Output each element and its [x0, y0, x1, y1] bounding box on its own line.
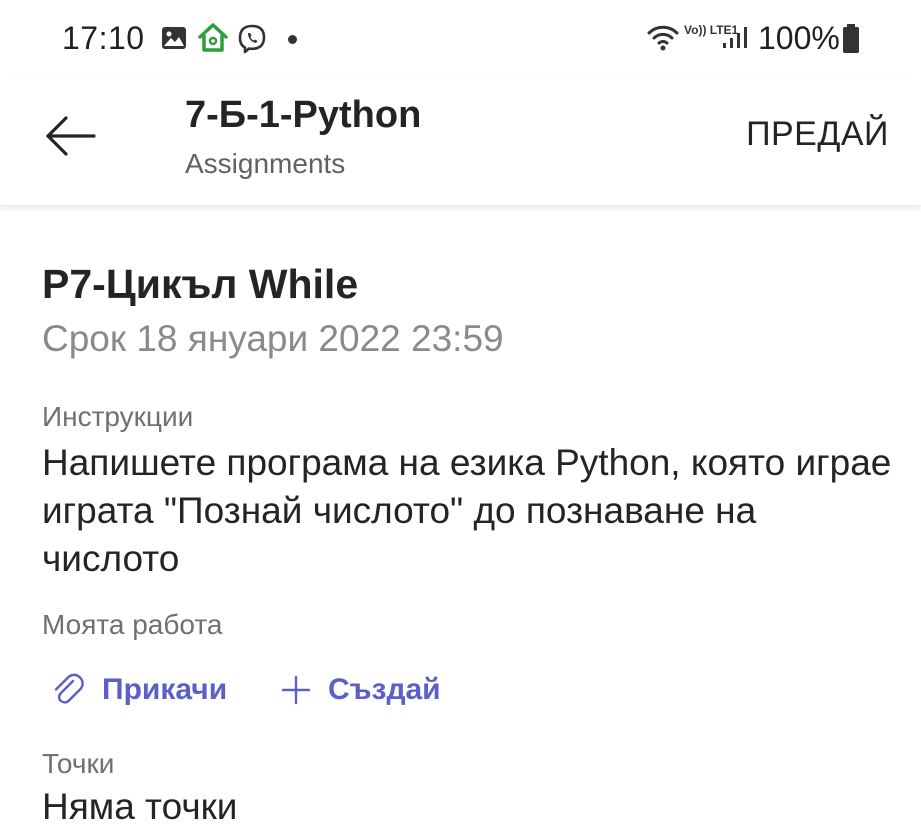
- instructions-text: Напишете програма на езика Python, която…: [42, 442, 892, 579]
- page-title: 7-Б-1-Python: [185, 94, 422, 136]
- arrow-left-icon: [46, 116, 96, 156]
- battery-percent: 100%: [758, 20, 840, 56]
- paperclip-icon: [54, 673, 84, 704]
- attach-button[interactable]: Прикачи: [50, 668, 227, 712]
- points-value: Няма точки: [42, 786, 238, 827]
- viber-icon: [238, 24, 266, 54]
- assignment-title: P7-Цикъл While: [42, 261, 359, 307]
- back-button[interactable]: [40, 108, 100, 164]
- points-label: Точки: [42, 748, 115, 779]
- home-icon: [198, 23, 228, 52]
- plus-icon: [281, 675, 311, 705]
- wifi-icon: [647, 25, 679, 51]
- notification-dot-icon: [288, 35, 297, 44]
- attach-label: Прикачи: [102, 673, 228, 706]
- status-bar: 17:10 Vo)) LTE1 100%: [0, 0, 921, 80]
- instructions-label: Инструкции: [42, 401, 194, 432]
- battery-icon: [843, 24, 859, 53]
- create-label: Създай: [328, 673, 441, 706]
- gallery-icon: [162, 27, 186, 49]
- turn-in-button[interactable]: ПРЕДАЙ: [746, 115, 889, 154]
- my-work-label: Моята работа: [42, 609, 223, 640]
- app-header: 7-Б-1-Python Assignments ПРЕДАЙ: [0, 80, 921, 206]
- status-time: 17:10: [62, 20, 145, 56]
- signal-icon: [723, 27, 747, 48]
- page-subtitle: Assignments: [185, 148, 346, 179]
- create-button[interactable]: Създай: [280, 668, 441, 712]
- due-date: Срок 18 януари 2022 23:59: [42, 318, 504, 359]
